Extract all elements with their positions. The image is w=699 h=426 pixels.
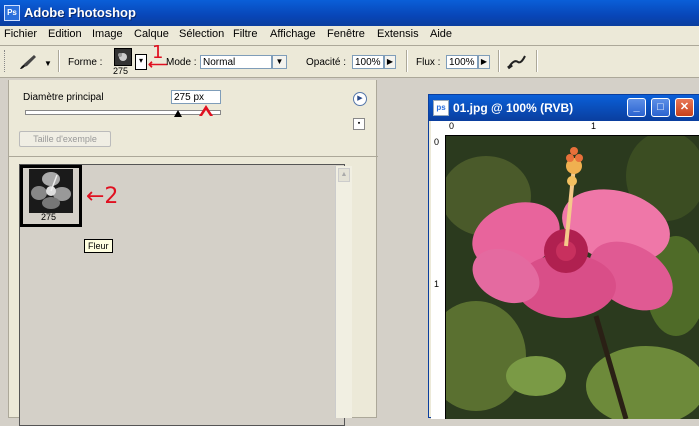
minimize-icon[interactable]: _ <box>627 98 646 117</box>
menu-selection[interactable]: Sélection <box>179 28 224 40</box>
flux-slider-arrow-icon[interactable]: ▶ <box>478 55 490 69</box>
opacity-slider-arrow-icon[interactable]: ▶ <box>384 55 396 69</box>
document-title: 01.jpg @ 100% (RVB) <box>453 101 574 115</box>
mode-dropdown-chevron-icon[interactable]: ▼ <box>272 55 287 69</box>
options-bar: ▼ Forme : 275 ▾ ⟵ 1 Mode : Normal ▼ Opac… <box>0 42 699 78</box>
brush-preview-thumbnail[interactable] <box>114 48 132 66</box>
close-icon[interactable]: ✕ <box>675 98 694 117</box>
brush-presets-panel: Diamètre principal 275 px ▶ ▪ Taille d'e… <box>8 80 378 426</box>
presets-list: 275 Fleur <box>19 164 345 426</box>
menu-bar: Fichier Edition Image Calque Sélection F… <box>0 26 699 46</box>
chevron-down-icon[interactable]: ▼ <box>44 59 52 68</box>
maximize-icon[interactable]: □ <box>651 98 670 117</box>
preset-item-fleur[interactable]: 275 <box>20 165 82 227</box>
diameter-label: Diamètre principal <box>23 92 104 103</box>
tooltip-fleur: Fleur <box>84 239 113 253</box>
app-title-bar: Ps Adobe Photoshop <box>0 0 699 26</box>
document-window: ps 01.jpg @ 100% (RVB) _ □ ✕ 0 1 0 1 <box>428 94 699 419</box>
menu-fichier[interactable]: Fichier <box>4 28 37 40</box>
menu-filtre[interactable]: Filtre <box>233 28 257 40</box>
diameter-slider-track[interactable] <box>25 110 221 115</box>
grip[interactable] <box>4 50 8 72</box>
flux-label: Flux : <box>416 57 441 68</box>
ruler-v-label-0: 0 <box>434 137 440 147</box>
diameter-input[interactable]: 275 px <box>171 90 221 104</box>
annotation-number-2: ←2 <box>86 184 119 209</box>
mode-select[interactable]: Normal <box>200 55 272 69</box>
annotation-number-1: 1 <box>152 42 164 63</box>
app-title: Adobe Photoshop <box>24 5 136 20</box>
vertical-ruler: 0 1 <box>431 135 446 419</box>
airbrush-icon[interactable] <box>506 52 528 70</box>
sample-size-button[interactable]: Taille d'exemple <box>19 131 111 147</box>
opacity-input[interactable]: 100% <box>352 55 384 69</box>
menu-fenetre[interactable]: Fenêtre <box>327 28 365 40</box>
document-title-bar[interactable]: ps 01.jpg @ 100% (RVB) _ □ ✕ <box>429 95 699 121</box>
menu-affichage[interactable]: Affichage <box>270 28 316 40</box>
opacity-label: Opacité : <box>306 57 347 68</box>
new-preset-icon[interactable]: ▪ <box>353 118 365 130</box>
menu-edition[interactable]: Edition <box>48 28 82 40</box>
diameter-slider-handle[interactable] <box>174 110 182 117</box>
horizontal-ruler: 0 1 <box>431 121 699 136</box>
ruler-h-label-0: 0 <box>449 121 455 131</box>
brush-picker-button[interactable]: ▾ <box>135 54 147 70</box>
ruler-v-label-1: 1 <box>434 279 440 289</box>
presets-scrollbar[interactable]: ▲ <box>335 166 352 418</box>
ruler-h-label-1: 1 <box>591 121 597 131</box>
mode-label: Mode : <box>166 57 197 68</box>
panel-menu-arrow-icon[interactable]: ▶ <box>353 92 367 106</box>
flux-input[interactable]: 100% <box>446 55 478 69</box>
photoshop-logo-icon: Ps <box>4 5 20 21</box>
forme-label: Forme : <box>68 57 103 68</box>
scroll-up-arrow-icon[interactable]: ▲ <box>338 168 350 182</box>
menu-calque[interactable]: Calque <box>134 28 169 40</box>
menu-aide[interactable]: Aide <box>430 28 452 40</box>
document-icon: ps <box>433 100 449 116</box>
hibiscus-photo[interactable] <box>446 136 699 419</box>
menu-extensis[interactable]: Extensis <box>377 28 419 40</box>
brush-tool-icon[interactable] <box>18 52 40 70</box>
menu-image[interactable]: Image <box>92 28 123 40</box>
flower-brush-icon <box>29 169 73 213</box>
preset-size-label: 275 <box>41 212 57 222</box>
brush-size-label: 275 <box>113 66 129 76</box>
